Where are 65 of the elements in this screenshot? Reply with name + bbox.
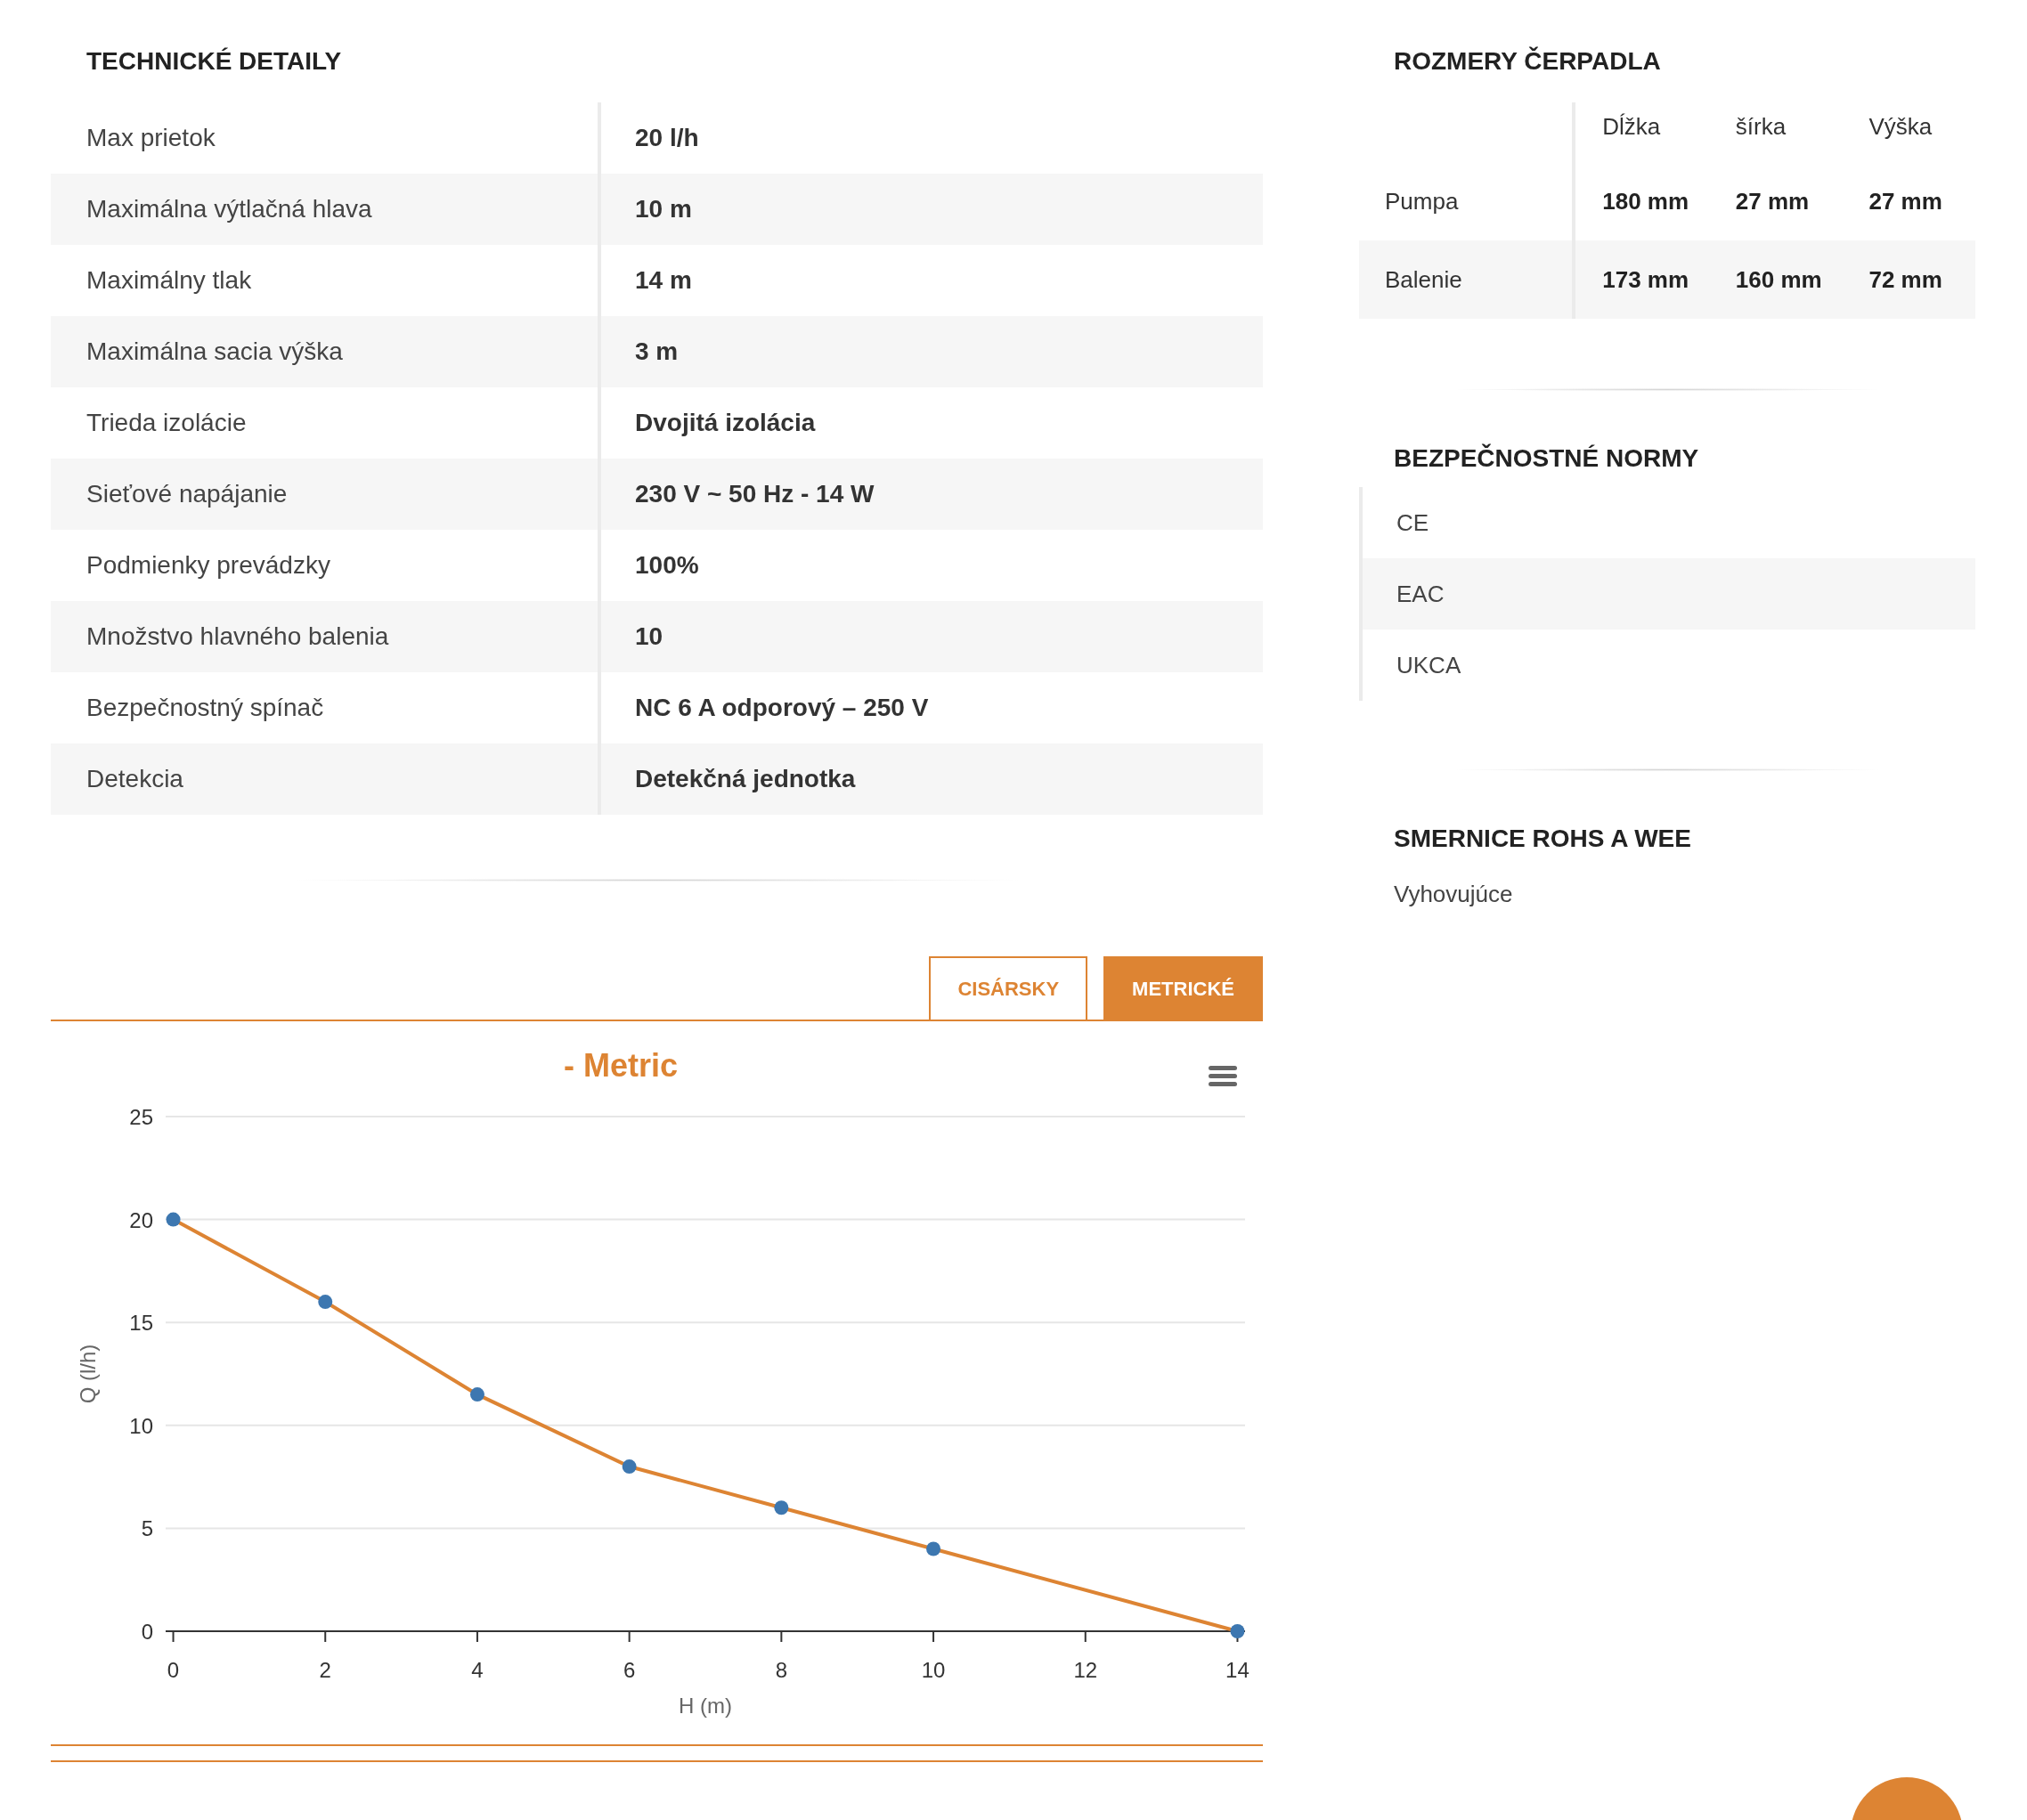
spec-value: 100%: [634, 550, 699, 581]
x-tick-label: 0: [167, 1658, 180, 1682]
spec-label: Bezpečnostný spínač: [85, 693, 325, 723]
spec-value: 10 m: [634, 194, 692, 224]
table-cell-text: 173 mm: [1601, 264, 1690, 295]
column-header: šírka: [1734, 112, 1787, 142]
unit-tab[interactable]: METRICKÉ: [1103, 956, 1263, 1020]
spec-value: 14 m: [634, 265, 692, 296]
x-tick-label: 6: [623, 1658, 636, 1682]
y-tick-label: 10: [129, 1413, 153, 1438]
x-tick-label: 10: [921, 1658, 946, 1682]
spec-value: 230 V ~ 50 Hz - 14 W: [634, 479, 875, 509]
row-label: Balenie: [1359, 240, 1576, 319]
x-tick-label: 2: [319, 1658, 331, 1682]
spec-label: Podmienky prevádzky: [85, 550, 331, 581]
x-axis-title: H (m): [679, 1694, 732, 1718]
x-tick-label: 14: [1225, 1658, 1250, 1682]
y-tick-label: 15: [129, 1311, 153, 1336]
y-tick-label: 20: [129, 1207, 153, 1232]
data-point: [1230, 1624, 1245, 1638]
standard-item: CE: [1396, 508, 1430, 538]
menu-icon[interactable]: [1209, 1066, 1237, 1086]
table-cell-text: 160 mm: [1734, 264, 1823, 295]
spec-label: Množstvo hlavného balenia: [85, 622, 390, 652]
spec-value: 3 m: [634, 337, 679, 367]
standard-item: UKCA: [1396, 650, 1462, 680]
section-title: SMERNICE ROHS A WEE: [1394, 824, 1692, 854]
data-point: [926, 1541, 941, 1556]
unit-tab[interactable]: CISÁRSKY: [929, 956, 1088, 1020]
y-tick-label: 5: [141, 1516, 153, 1541]
table-cell-text: 27 mm: [1734, 186, 1811, 216]
column-header: Dĺžka: [1601, 112, 1662, 142]
spec-label: Maximálna sacia výška: [85, 337, 344, 367]
column-header: Výška: [1868, 112, 1933, 142]
spec-value: 20 l/h: [634, 123, 699, 153]
spec-value: Detekčná jednotka: [634, 764, 856, 794]
table-cell-text: 180 mm: [1601, 186, 1690, 216]
section-title: ROZMERY ČERPADLA: [1394, 45, 1662, 77]
data-point: [622, 1459, 637, 1475]
compliance-text: Vyhovujúce: [1394, 880, 1514, 909]
data-point: [774, 1500, 789, 1515]
spec-value: Dvojitá izolácia: [634, 408, 816, 438]
data-point: [469, 1387, 484, 1402]
spec-label: Max prietok: [85, 123, 216, 153]
section-title: BEZPEČNOSTNÉ NORMY: [1394, 443, 1700, 474]
x-tick-label: 4: [471, 1658, 484, 1682]
data-point: [166, 1212, 181, 1227]
chart-title: - Metric: [564, 1047, 678, 1084]
x-tick-label: 8: [775, 1658, 788, 1682]
table-cell-text: 72 mm: [1868, 264, 1943, 295]
data-point: [318, 1295, 333, 1310]
standard-item: EAC: [1363, 558, 1975, 630]
table-cell-text: 27 mm: [1868, 186, 1943, 216]
spec-label: Maximálna výtlačná hlava: [85, 194, 373, 224]
section-title: TECHNICKÉ DETAILY: [86, 46, 343, 77]
spec-value: 10: [634, 622, 663, 652]
spec-label: Detekcia: [85, 764, 184, 794]
spec-label: Sieťové napájanie: [85, 479, 289, 509]
spec-label: Maximálny tlak: [85, 265, 253, 296]
y-axis-title: Q (l/h): [76, 1344, 100, 1404]
y-tick-label: 25: [129, 1105, 153, 1129]
spec-value: NC 6 A odporový – 250 V: [634, 693, 929, 723]
spec-label: Trieda izolácie: [85, 408, 248, 438]
x-tick-label: 12: [1073, 1658, 1098, 1682]
y-tick-label: 0: [141, 1620, 153, 1644]
